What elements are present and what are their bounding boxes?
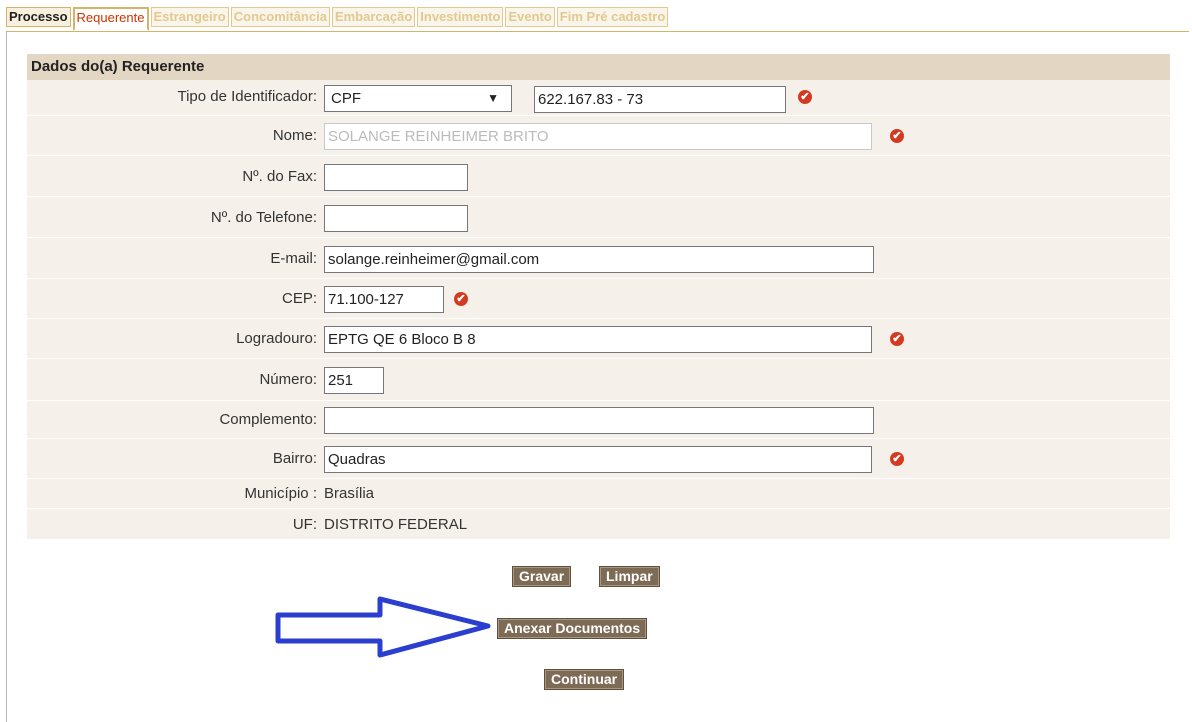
- tab-requerente[interactable]: Requerente: [72, 7, 149, 31]
- row-tipo-identificador: Tipo de Identificador: CPF ▼ 622.167.83 …: [27, 80, 1170, 116]
- uf-value: DISTRITO FEDERAL: [324, 516, 468, 533]
- tab-concomitancia[interactable]: Concomitância: [230, 7, 330, 27]
- tab-estrangeiro[interactable]: Estrangeiro: [150, 7, 229, 27]
- cpf-input[interactable]: 622.167.83 - 73: [534, 86, 786, 113]
- complemento-input[interactable]: [324, 407, 874, 434]
- municipio-label: Município :: [244, 485, 317, 502]
- fax-label: Nº. do Fax:: [242, 168, 317, 185]
- bairro-label: Bairro:: [272, 450, 317, 467]
- complemento-label: Complemento:: [219, 411, 317, 428]
- cep-input[interactable]: 71.100-127: [324, 286, 444, 313]
- email-input[interactable]: solange.reinheimer@gmail.com: [324, 246, 874, 273]
- required-check-icon: ✔: [454, 292, 468, 306]
- tab-fim-pre-cadastro[interactable]: Fim Pré cadastro: [556, 7, 669, 27]
- dropdown-arrow-icon: ▼: [487, 91, 499, 105]
- row-municipio: Município : Brasília: [27, 479, 1170, 509]
- email-label: E-mail:: [270, 250, 317, 267]
- row-cep: CEP: 71.100-127 ✔: [27, 279, 1170, 319]
- telefone-input[interactable]: [324, 205, 468, 232]
- limpar-button[interactable]: Limpar: [599, 566, 660, 587]
- blue-arrow-annotation-icon: [275, 596, 491, 658]
- row-uf: UF: DISTRITO FEDERAL: [27, 509, 1170, 540]
- anexar-documentos-button[interactable]: Anexar Documentos: [497, 618, 648, 639]
- required-check-icon: ✔: [890, 129, 904, 143]
- municipio-value: Brasília: [324, 485, 375, 502]
- row-nome: Nome: SOLANGE REINHEIMER BRITO ✔: [27, 116, 1170, 156]
- tab-evento[interactable]: Evento: [505, 7, 555, 27]
- required-check-icon: ✔: [890, 332, 904, 346]
- logradouro-label: Logradouro:: [236, 330, 317, 347]
- tipo-identificador-value: CPF: [331, 90, 361, 107]
- row-telefone: Nº. do Telefone:: [27, 197, 1170, 238]
- bairro-input[interactable]: Quadras: [324, 446, 872, 473]
- tab-embarcacao[interactable]: Embarcação: [331, 7, 416, 27]
- panel-title: Dados do(a) Requerente: [27, 54, 1170, 80]
- numero-label: Número:: [259, 371, 317, 388]
- fax-input[interactable]: [324, 164, 468, 191]
- row-numero: Número: 251: [27, 359, 1170, 401]
- numero-input[interactable]: 251: [324, 367, 384, 394]
- tab-bar: Processo Requerente Estrangeiro Concomit…: [6, 7, 669, 31]
- row-complemento: Complemento:: [27, 401, 1170, 439]
- row-bairro: Bairro: Quadras ✔: [27, 439, 1170, 479]
- tab-investimento[interactable]: Investimento: [417, 7, 504, 27]
- tab-processo[interactable]: Processo: [6, 7, 71, 27]
- nome-input[interactable]: SOLANGE REINHEIMER BRITO: [324, 123, 872, 150]
- cep-label: CEP:: [281, 290, 317, 307]
- continuar-button[interactable]: Continuar: [544, 669, 625, 690]
- tipo-identificador-label: Tipo de Identificador:: [177, 88, 317, 105]
- requerente-panel: Dados do(a) Requerente Tipo de Identific…: [27, 54, 1170, 540]
- gravar-button[interactable]: Gravar: [512, 566, 572, 587]
- uf-label: UF:: [292, 516, 317, 533]
- required-check-icon: ✔: [798, 90, 812, 104]
- row-fax: Nº. do Fax:: [27, 156, 1170, 197]
- logradouro-input[interactable]: EPTG QE 6 Bloco B 8: [324, 326, 872, 353]
- telefone-label: Nº. do Telefone:: [210, 209, 317, 226]
- required-check-icon: ✔: [890, 452, 904, 466]
- row-email: E-mail: solange.reinheimer@gmail.com: [27, 238, 1170, 279]
- nome-label: Nome:: [272, 127, 317, 144]
- row-logradouro: Logradouro: EPTG QE 6 Bloco B 8 ✔: [27, 319, 1170, 359]
- tipo-identificador-select[interactable]: CPF ▼: [324, 85, 512, 112]
